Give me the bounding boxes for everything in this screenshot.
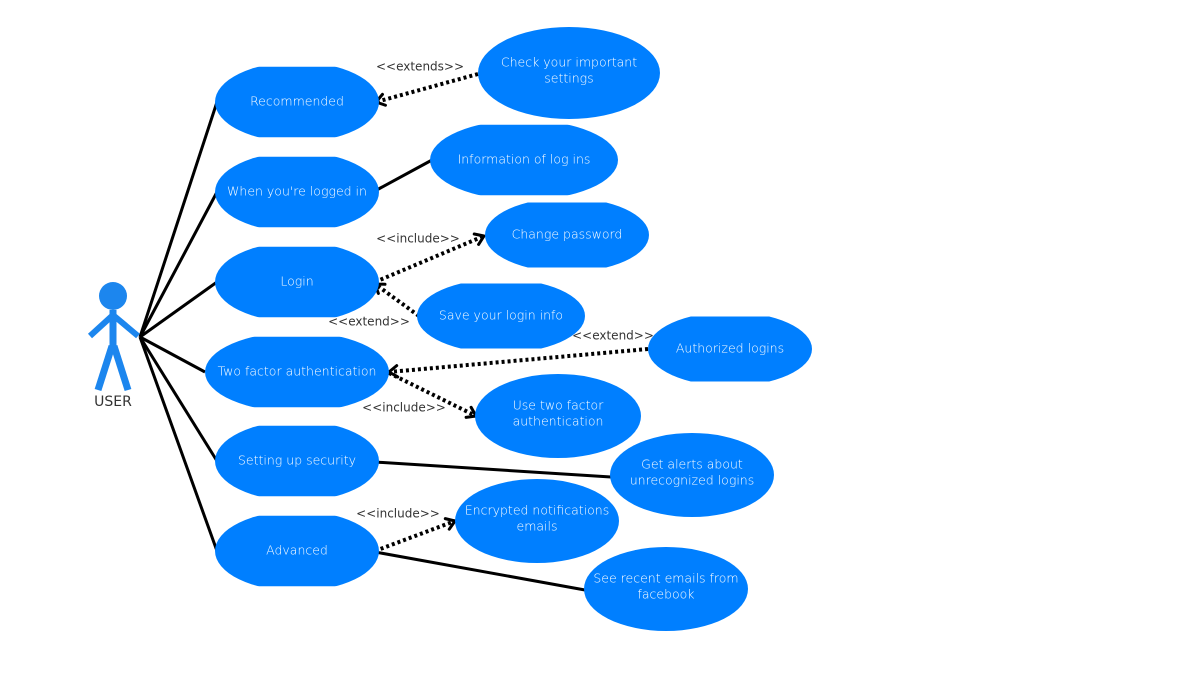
actor-user[interactable]: USER [87,282,140,410]
use-case-label: Change password [512,227,623,242]
use-case-label: Recommended [250,94,344,109]
use-case-setting-up-security[interactable]: Setting up security [215,421,379,501]
use-case-label: settings [544,71,593,86]
use-case-label: emails [517,519,558,534]
use-case-change-password[interactable]: Change password [485,198,649,272]
use-case-label: See recent emails from [593,571,738,586]
association-line [138,101,219,338]
use-case-label: unrecognized logins [630,473,755,488]
stereotype-label: <<include>> [362,401,446,415]
use-case-label: Get alerts about [641,457,743,472]
extend-relationship-save-login-to-login [373,282,421,318]
association-relationship-actor-to-login [139,280,218,339]
association-relationship-actor-to-recommended [138,101,219,338]
use-case-label: Encrypted notifications [465,503,609,518]
dependency-line [374,519,456,553]
actor-leg-right [110,344,132,392]
association-relationship-logged-in-to-info-logins [372,158,433,194]
association-line [139,280,218,339]
use-case-label: When you're logged in [227,184,367,199]
use-case-get-alerts[interactable]: Get alerts aboutunrecognized logins [610,433,774,517]
actor-leg-left [94,344,116,392]
use-case-recent-emails[interactable]: See recent emails fromfacebook [584,547,748,631]
extend-relationship-check-settings-to-recommended [374,72,479,107]
use-case-two-factor[interactable]: Two factor authentication [205,332,389,412]
use-case-diagram: <<extends>> <<include>> <<extend>> <<extend… [87,27,812,631]
dependency-line [373,282,421,318]
stereotype-label: <<extend>> [328,315,410,329]
include-relationship-advanced-to-encrypted-emails [374,517,457,553]
use-case-recommended[interactable]: Recommended [215,62,379,142]
use-case-label: Authorized logins [676,341,784,356]
stereotype-label: <<include>> [376,232,460,246]
stereotype-label: <<include>> [356,507,440,521]
association-relationship-setting-up-security-to-get-alerts [374,460,612,479]
use-case-label: Advanced [266,543,328,558]
use-case-label: Setting up security [238,453,356,468]
stereotype-label: <<extends>> [376,60,464,74]
use-case-login[interactable]: Login [215,242,379,322]
use-case-encrypted-emails[interactable]: Encrypted notificationsemails [455,479,619,563]
use-case-label: Save your login info [439,308,563,323]
use-case-label: facebook [637,587,694,602]
use-case-label: Use two factor [513,398,605,413]
use-case-save-login[interactable]: Save your login info [417,279,585,353]
actor-head [99,282,127,310]
association-line [372,158,433,194]
dependency-line [375,72,479,104]
use-case-check-settings[interactable]: Check your importantsettings [478,27,660,119]
use-case-label: authentication [513,414,604,429]
actor-label: USER [94,394,132,410]
use-case-label: Two factor authentication [218,364,377,379]
use-case-label: Check your important [501,55,637,70]
association-line [374,460,612,479]
association-line [138,191,219,338]
use-case-advanced[interactable]: Advanced [215,511,379,591]
use-case-label: Login [280,274,313,289]
use-case-logged-in[interactable]: When you're logged in [215,152,379,232]
use-case-label: Information of log ins [458,152,591,167]
extend-relationship-authorized-logins-to-two-factor [387,347,649,379]
dependency-line [388,347,649,374]
use-case-authorized-logins[interactable]: Authorized logins [648,312,812,386]
association-relationship-actor-to-logged-in [138,191,219,338]
use-cases: Recommended When you're logged in Login Two… [205,27,812,631]
actor-arm-right [111,312,140,339]
stereotype-label: <<extend>> [572,329,654,343]
use-case-use-two-factor[interactable]: Use two factorauthentication [475,374,641,458]
use-case-info-logins[interactable]: Information of log ins [430,120,618,200]
